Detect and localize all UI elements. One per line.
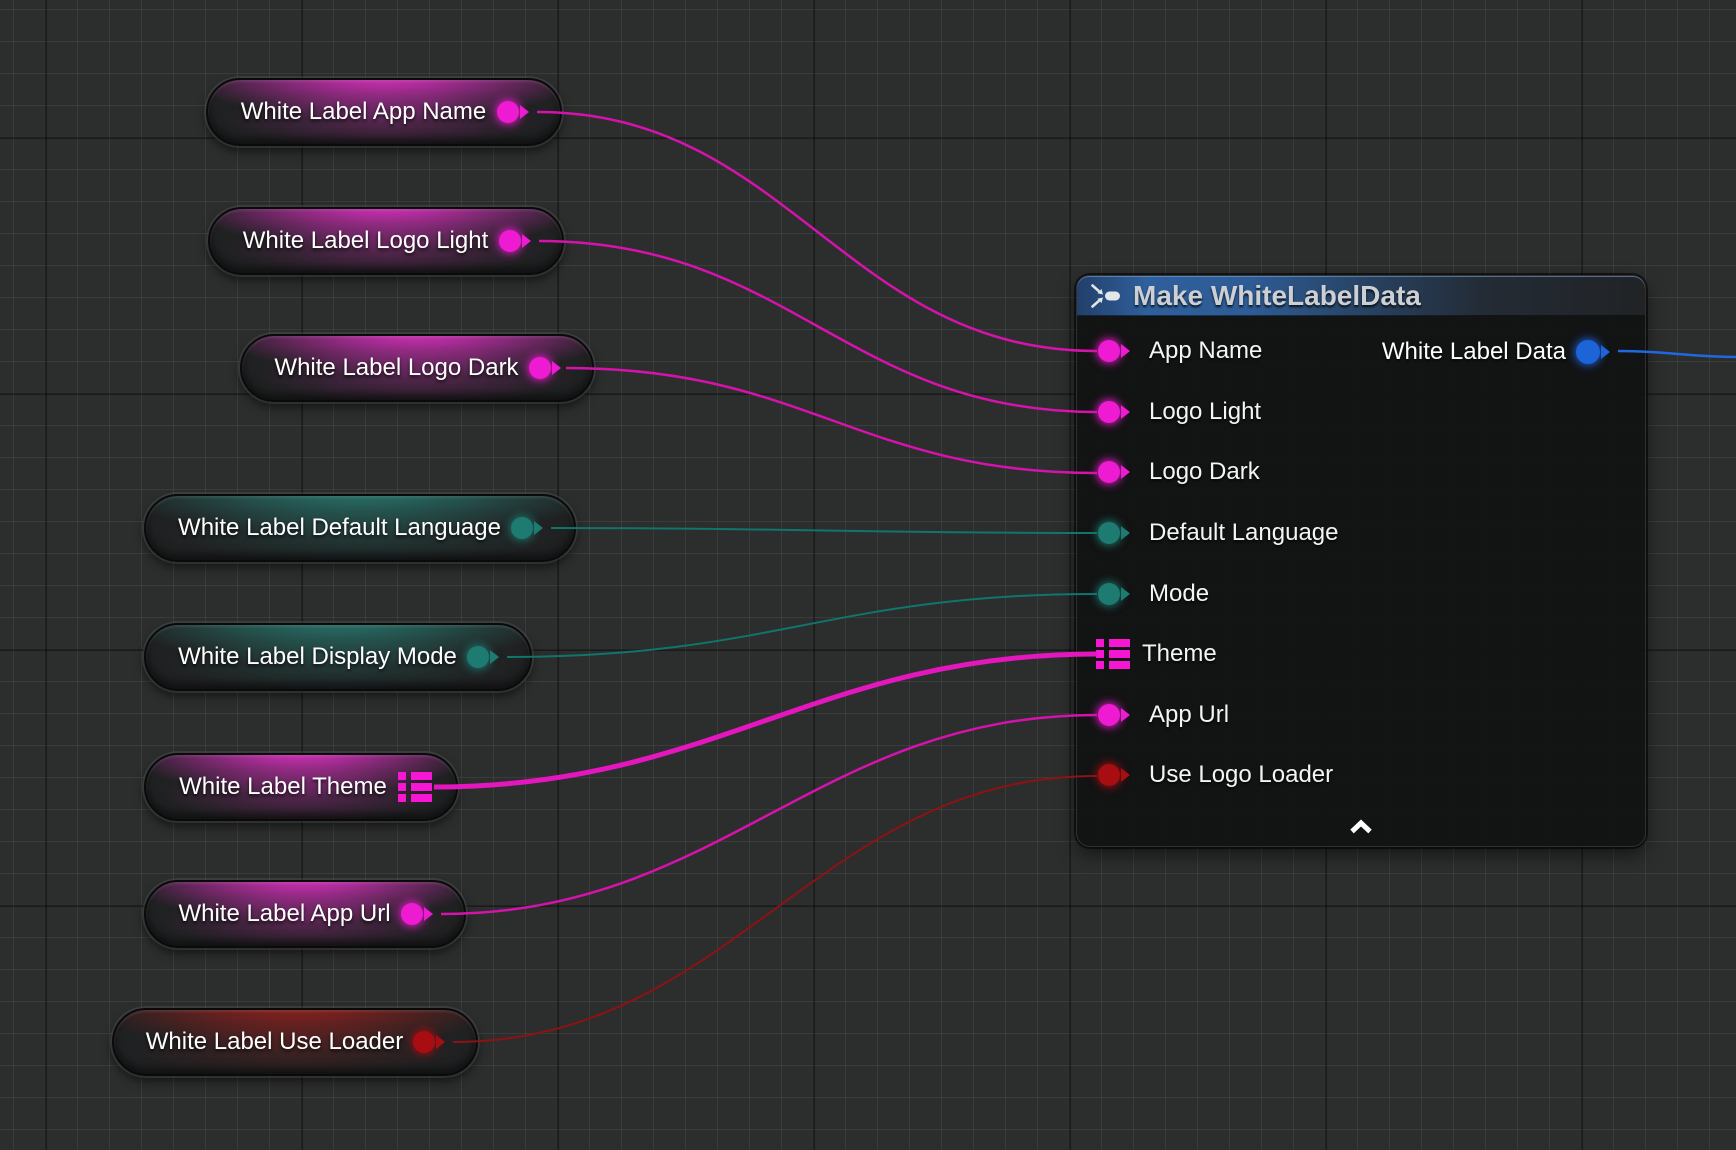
pin-circle-icon bbox=[1098, 340, 1120, 362]
struct-output-pin[interactable] bbox=[1576, 340, 1617, 364]
variable-node-white-label-theme[interactable]: White Label Theme bbox=[144, 753, 458, 821]
enum-input-pin[interactable] bbox=[1098, 522, 1137, 544]
input-pin-row-use-logo-loader[interactable]: Use Logo Loader bbox=[1077, 745, 1645, 806]
pin-wedge-icon bbox=[1121, 344, 1137, 358]
string-input-pin[interactable] bbox=[1098, 340, 1137, 362]
input-pin-row-mode[interactable]: Mode bbox=[1077, 563, 1645, 624]
struct-pin-icon bbox=[1096, 639, 1130, 669]
string-output-pin[interactable] bbox=[497, 101, 536, 123]
wire-logo-light[interactable] bbox=[539, 241, 1097, 412]
pin-circle-icon bbox=[1098, 401, 1120, 423]
string-input-pin[interactable] bbox=[1098, 704, 1137, 726]
make-node-title: Make WhiteLabelData bbox=[1133, 280, 1421, 312]
variable-node-label: White Label Use Loader bbox=[144, 1028, 405, 1056]
input-pin-list: App Name Logo Light Logo Dark Default La… bbox=[1077, 321, 1645, 806]
make-struct-node[interactable]: Make WhiteLabelData App Name Logo Light … bbox=[1076, 275, 1646, 847]
variable-node-white-label-default-language[interactable]: White Label Default Language bbox=[144, 494, 576, 562]
pin-label: App Url bbox=[1149, 701, 1229, 729]
pin-circle-icon bbox=[1098, 764, 1120, 786]
string-input-pin[interactable] bbox=[1098, 461, 1137, 483]
variable-node-label: White Label App Url bbox=[176, 900, 393, 928]
string-output-pin[interactable] bbox=[401, 903, 440, 925]
input-pin-row-logo-light[interactable]: Logo Light bbox=[1077, 382, 1645, 443]
pin-wedge-icon bbox=[1121, 465, 1137, 479]
pin-wedge-icon bbox=[1121, 405, 1137, 419]
variable-node-white-label-use-loader[interactable]: White Label Use Loader bbox=[112, 1008, 478, 1076]
pin-circle-icon bbox=[529, 357, 551, 379]
struct-pin-icon bbox=[398, 772, 432, 802]
pin-wedge-icon bbox=[522, 234, 538, 248]
pin-label: Theme bbox=[1142, 640, 1217, 668]
pin-wedge-icon bbox=[534, 521, 550, 535]
pin-label: App Name bbox=[1149, 337, 1262, 365]
variable-node-white-label-app-name[interactable]: White Label App Name bbox=[206, 78, 562, 146]
pin-circle-icon bbox=[413, 1031, 435, 1053]
variable-node-white-label-logo-light[interactable]: White Label Logo Light bbox=[208, 207, 564, 275]
variable-node-label: White Label Theme bbox=[176, 773, 390, 801]
pin-wedge-icon bbox=[552, 361, 568, 375]
pin-circle-icon bbox=[499, 230, 521, 252]
string-input-pin[interactable] bbox=[1098, 401, 1137, 423]
pin-label: Default Language bbox=[1149, 519, 1339, 547]
wire-default-language[interactable] bbox=[551, 528, 1097, 533]
variable-node-label: White Label Display Mode bbox=[176, 643, 459, 671]
input-pin-row-default-language[interactable]: Default Language bbox=[1077, 503, 1645, 564]
pin-label: Logo Light bbox=[1149, 398, 1261, 426]
string-output-pin[interactable] bbox=[529, 357, 568, 379]
bool-output-pin[interactable] bbox=[413, 1031, 452, 1053]
wire-app-url[interactable] bbox=[441, 715, 1097, 914]
variable-node-white-label-logo-dark[interactable]: White Label Logo Dark bbox=[240, 334, 594, 402]
wire-logo-dark[interactable] bbox=[566, 368, 1097, 473]
wire-display-mode[interactable] bbox=[507, 594, 1097, 657]
blueprint-graph-canvas[interactable]: White Label App Name White Label Logo Li… bbox=[0, 0, 1736, 1150]
pin-circle-icon bbox=[1098, 583, 1120, 605]
collapse-pins-button[interactable] bbox=[1339, 814, 1383, 840]
chevron-up-icon bbox=[1344, 818, 1378, 836]
input-pin-row-app-url[interactable]: App Url bbox=[1077, 685, 1645, 746]
variable-node-label: White Label App Name bbox=[238, 98, 489, 126]
pin-label: Logo Dark bbox=[1149, 458, 1260, 486]
pin-wedge-icon bbox=[520, 105, 536, 119]
pin-wedge-icon bbox=[1121, 587, 1137, 601]
pin-label: White Label Data bbox=[1382, 338, 1566, 366]
pin-circle-icon bbox=[511, 517, 533, 539]
pin-circle-icon bbox=[1098, 461, 1120, 483]
variable-node-label: White Label Logo Light bbox=[240, 227, 491, 255]
make-node-header[interactable]: Make WhiteLabelData bbox=[1077, 276, 1645, 316]
pin-label: Use Logo Loader bbox=[1149, 761, 1333, 789]
pin-circle-icon bbox=[1576, 340, 1600, 364]
variable-node-white-label-app-url[interactable]: White Label App Url bbox=[144, 880, 466, 948]
wire-use-loader[interactable] bbox=[453, 776, 1097, 1042]
pin-wedge-icon bbox=[1121, 526, 1137, 540]
input-pin-row-logo-dark[interactable]: Logo Dark bbox=[1077, 442, 1645, 503]
pin-wedge-icon bbox=[436, 1035, 452, 1049]
string-output-pin[interactable] bbox=[499, 230, 538, 252]
output-pin-row-white-label-data[interactable]: White Label Data bbox=[1382, 335, 1617, 369]
input-pin-row-theme[interactable]: Theme bbox=[1077, 624, 1645, 685]
struct-output-pin[interactable] bbox=[398, 772, 432, 802]
pin-circle-icon bbox=[497, 101, 519, 123]
pin-wedge-icon bbox=[1121, 708, 1137, 722]
wire-theme[interactable] bbox=[434, 654, 1097, 787]
struct-input-pin[interactable] bbox=[1096, 639, 1130, 669]
pin-wedge-icon bbox=[1121, 768, 1137, 782]
make-struct-icon bbox=[1091, 284, 1121, 308]
pin-circle-icon bbox=[401, 903, 423, 925]
pin-circle-icon bbox=[1098, 704, 1120, 726]
pin-circle-icon bbox=[467, 646, 489, 668]
pin-circle-icon bbox=[1098, 522, 1120, 544]
wire-app-name[interactable] bbox=[537, 112, 1097, 351]
variable-node-white-label-display-mode[interactable]: White Label Display Mode bbox=[144, 623, 532, 691]
bool-input-pin[interactable] bbox=[1098, 764, 1137, 786]
variable-node-label: White Label Default Language bbox=[176, 514, 503, 542]
pin-wedge-icon bbox=[1601, 345, 1617, 359]
enum-input-pin[interactable] bbox=[1098, 583, 1137, 605]
pin-wedge-icon bbox=[490, 650, 506, 664]
enum-output-pin[interactable] bbox=[467, 646, 506, 668]
variable-node-label: White Label Logo Dark bbox=[272, 354, 521, 382]
pin-wedge-icon bbox=[424, 907, 440, 921]
pin-label: Mode bbox=[1149, 580, 1209, 608]
enum-output-pin[interactable] bbox=[511, 517, 550, 539]
